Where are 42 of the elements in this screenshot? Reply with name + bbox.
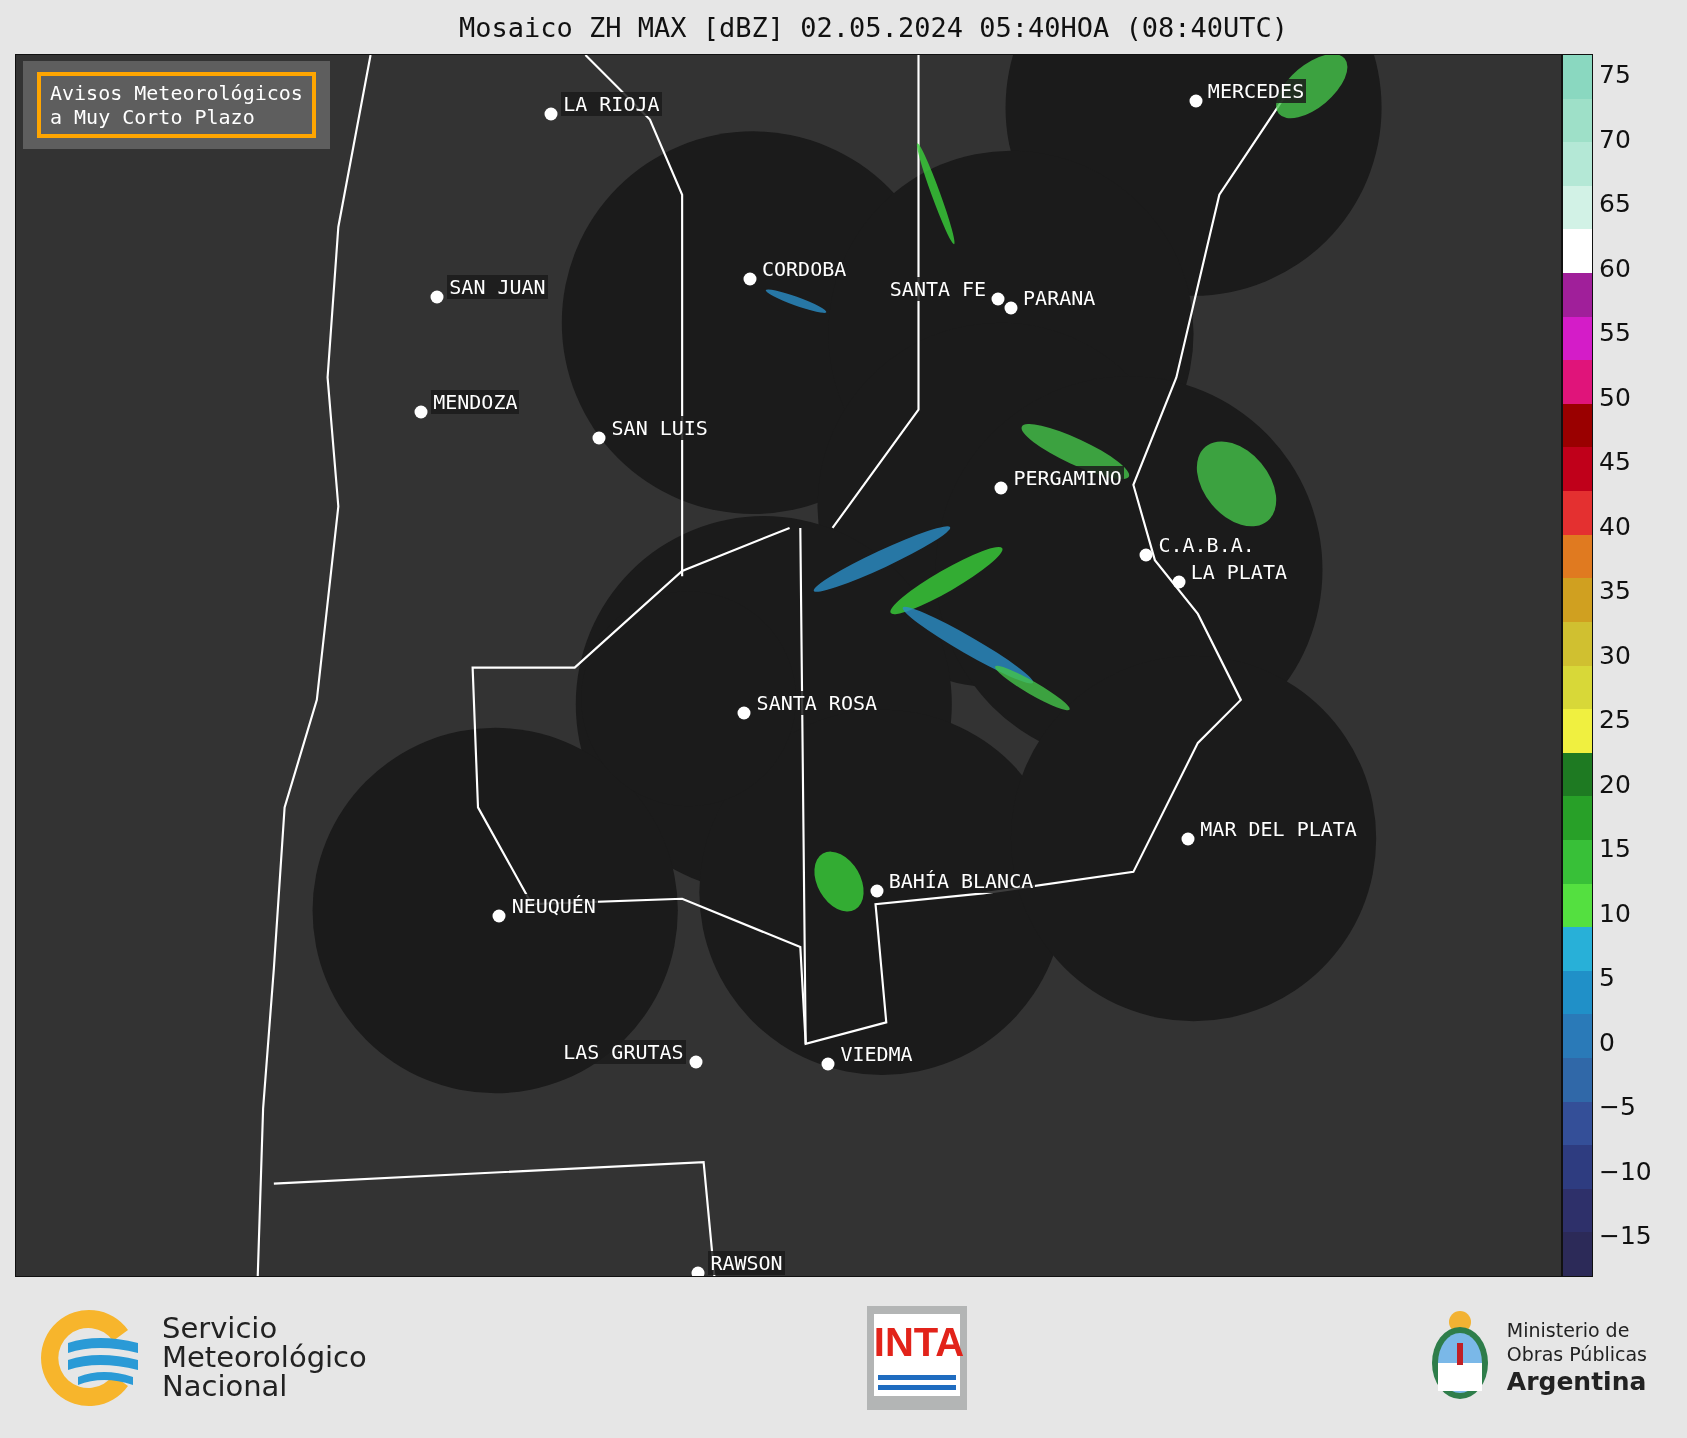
scale-tick-label: 70 (1599, 124, 1631, 154)
city-marker (544, 107, 558, 121)
city-marker (691, 1266, 705, 1276)
scale-tick-label: 75 (1599, 59, 1631, 89)
scale-tick-label: 25 (1599, 704, 1631, 734)
scale-tick-label: 10 (1599, 898, 1631, 928)
scale-tick-label: −15 (1599, 1220, 1652, 1250)
city-label: SANTA ROSA (754, 690, 879, 715)
city-label: SAN LUIS (609, 415, 710, 440)
scale-tick-label: 30 (1599, 640, 1631, 670)
city-label: MERCEDES (1205, 79, 1307, 104)
agency-name: Servicio (162, 1314, 278, 1343)
city-label: LA RIOJA (561, 92, 662, 117)
scale-tick-label: 45 (1599, 446, 1631, 476)
scale-tick-label: −10 (1599, 1156, 1652, 1186)
scale-tick-label: 15 (1599, 833, 1631, 863)
ministry-name: Obras Públicas (1506, 1341, 1647, 1366)
ministry-name: Ministerio de (1506, 1317, 1631, 1342)
city-marker (592, 431, 606, 445)
scale-tick-label: 60 (1599, 253, 1631, 283)
scale-tick-label: 50 (1599, 382, 1631, 412)
city-marker (430, 290, 444, 304)
scale-tick-label: 5 (1599, 962, 1615, 992)
notice-text: Avisos Meteorológicos (50, 81, 303, 105)
city-label: RAWSON (708, 1250, 785, 1275)
stripes-icon (873, 1369, 960, 1396)
scale-tick-label: 35 (1599, 575, 1631, 605)
agency-name: Nacional (162, 1372, 288, 1401)
agency-name: Meteorológico (162, 1343, 367, 1372)
scale-tick-label: 40 (1599, 511, 1631, 541)
ministry-name: Argentina (1506, 1365, 1647, 1398)
city-label: SAN JUAN (447, 275, 548, 299)
scale-tick-label: 55 (1599, 317, 1631, 347)
notice-text: a Muy Corto Plazo (50, 105, 256, 129)
city-marker (414, 405, 428, 419)
city-marker (689, 1055, 703, 1069)
scale-tick-label: 20 (1599, 769, 1631, 799)
scale-tick-label: −5 (1599, 1091, 1636, 1121)
city-label: MENDOZA (431, 390, 520, 414)
chart-title: Mosaico ZH MAX [dBZ] 02.05.2024 05:40HOA (08:40UTC) (458, 10, 1289, 45)
scale-tick-label: 65 (1599, 188, 1631, 218)
scale-tick-label: 0 (1599, 1027, 1615, 1057)
